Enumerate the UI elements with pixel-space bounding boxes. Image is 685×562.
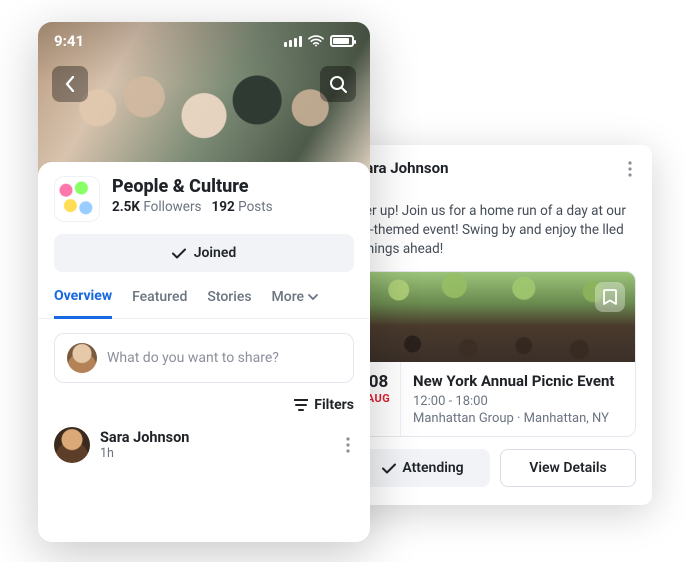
- user-avatar: [67, 343, 97, 373]
- tab-stories[interactable]: Stories: [207, 289, 251, 317]
- event-post-more-button[interactable]: [624, 159, 636, 179]
- post-time: 1h: [100, 446, 189, 461]
- joined-button[interactable]: Joined: [54, 234, 354, 272]
- posts-count: 192: [212, 199, 235, 215]
- bookmark-icon: [603, 289, 617, 305]
- posts-label: Posts: [238, 199, 272, 215]
- post-more-button[interactable]: [342, 433, 354, 457]
- battery-icon: [330, 35, 354, 47]
- event-post-card: Sara Johnson 4d tter up! Join us for a h…: [340, 145, 652, 505]
- status-time: 9:41: [54, 32, 84, 50]
- signal-icon: [284, 36, 302, 47]
- tab-more-label: More: [272, 289, 305, 305]
- compose-placeholder: What do you want to share?: [107, 350, 279, 366]
- tabs: Overview Featured Stories More: [38, 272, 370, 319]
- event-title: New York Annual Picnic Event: [413, 372, 623, 391]
- attending-button[interactable]: Attending: [356, 449, 490, 487]
- group-title: People & Culture: [112, 176, 273, 197]
- wifi-icon: [308, 35, 324, 47]
- check-icon: [382, 463, 396, 474]
- view-details-label: View Details: [529, 460, 606, 476]
- chevron-left-icon: [65, 76, 75, 92]
- search-button[interactable]: [320, 66, 356, 102]
- post-author-name[interactable]: Sara Johnson: [100, 429, 189, 446]
- back-button[interactable]: [52, 66, 88, 102]
- group-screen: 9:41 People &: [38, 22, 370, 542]
- followers-count: 2.5K: [112, 199, 140, 215]
- more-vertical-icon: [346, 437, 350, 453]
- search-icon: [329, 75, 347, 93]
- filter-icon: [294, 399, 308, 411]
- hero-image: 9:41: [38, 22, 370, 178]
- group-avatar[interactable]: [54, 176, 100, 222]
- bookmark-button[interactable]: [595, 282, 625, 312]
- tab-overview[interactable]: Overview: [54, 288, 112, 319]
- tab-featured[interactable]: Featured: [132, 289, 187, 317]
- followers-label: Followers: [143, 199, 201, 215]
- event-post-body: tter up! Join us for a home run of a day…: [356, 202, 636, 259]
- filters-label: Filters: [314, 397, 354, 413]
- group-profile: People & Culture 2.5K Followers 192 Post…: [38, 162, 370, 272]
- compose-input[interactable]: What do you want to share?: [54, 333, 354, 383]
- attending-label: Attending: [402, 460, 463, 476]
- event-location: Manhattan Group · Manhattan, NY: [413, 411, 623, 426]
- filters-button[interactable]: Filters: [38, 383, 370, 413]
- tab-more[interactable]: More: [272, 289, 319, 317]
- event-cover-image: [357, 272, 635, 362]
- feed-post: Sara Johnson 1h: [38, 413, 370, 463]
- more-vertical-icon: [628, 161, 632, 177]
- group-stats: 2.5K Followers 192 Posts: [112, 199, 273, 215]
- view-details-button[interactable]: View Details: [500, 449, 636, 487]
- check-icon: [172, 248, 186, 259]
- event-card[interactable]: 08 AUG New York Annual Picnic Event 12:0…: [356, 271, 636, 438]
- post-author-avatar[interactable]: [54, 427, 90, 463]
- chevron-down-icon: [308, 294, 318, 300]
- status-bar: 9:41: [54, 32, 354, 50]
- joined-label: Joined: [194, 245, 237, 261]
- event-hours: 12:00 - 18:00: [413, 394, 623, 409]
